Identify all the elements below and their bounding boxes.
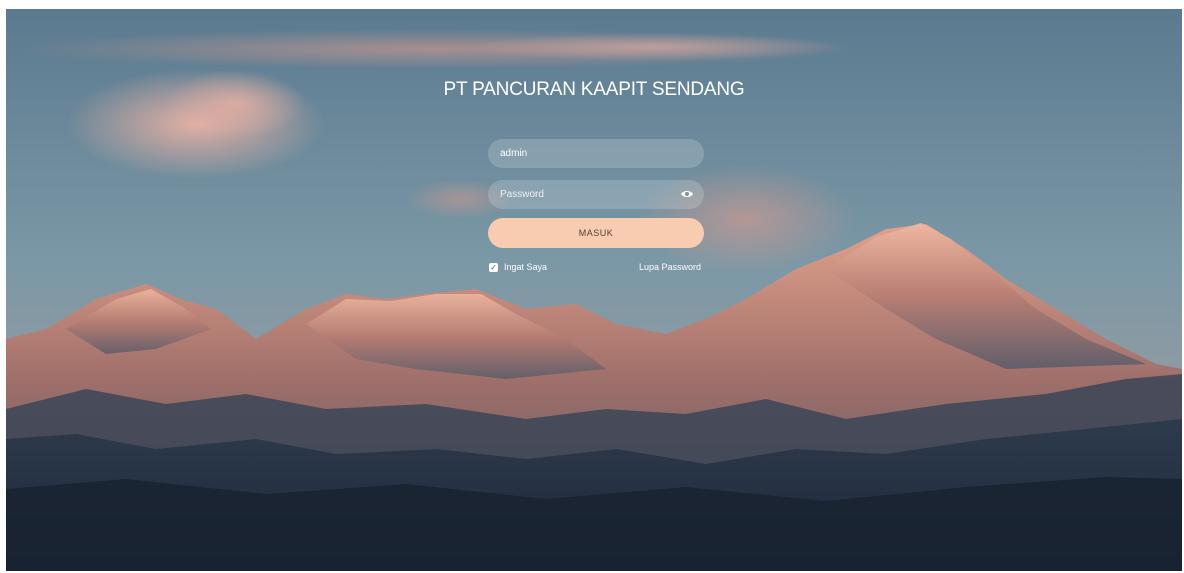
login-page: PT PANCURAN KAAPIT SENDANG MASUK ✓ Ingat… [6,9,1182,571]
password-field[interactable] [488,180,704,209]
password-input[interactable] [500,189,670,200]
remember-checkbox[interactable]: ✓ [489,262,498,272]
username-field[interactable] [488,139,704,168]
eye-icon[interactable] [680,189,694,199]
username-input[interactable] [500,148,670,159]
company-title: PT PANCURAN KAAPIT SENDANG [443,79,745,100]
forgot-password-link[interactable]: Lupa Password [639,262,701,272]
remember-me[interactable]: ✓ Ingat Saya [489,262,547,272]
login-button[interactable]: MASUK [488,218,704,248]
check-icon: ✓ [490,262,497,272]
remember-label: Ingat Saya [504,262,548,272]
